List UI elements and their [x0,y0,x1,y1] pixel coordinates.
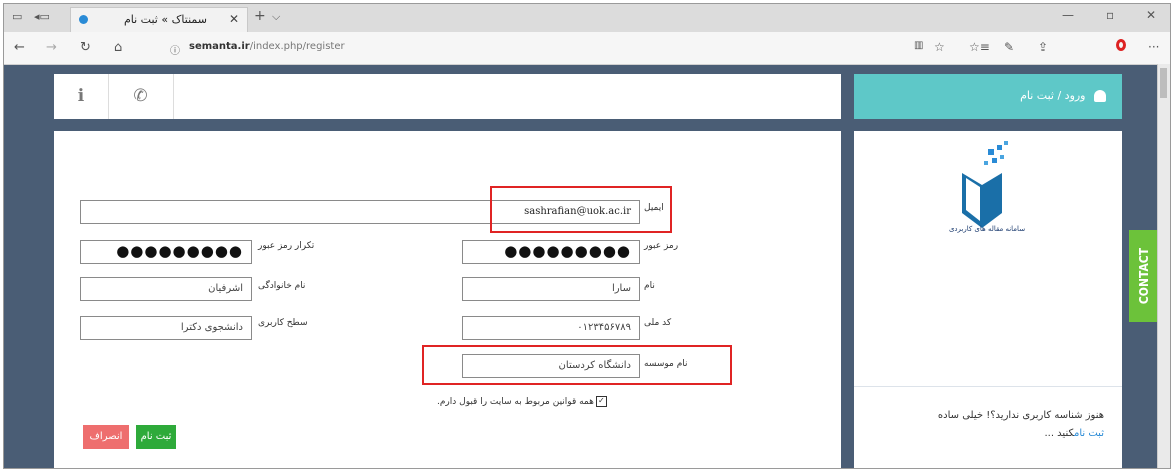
national-id-label: کد ملی [644,318,672,328]
tab-list-chevron-icon[interactable]: ⌵ [272,10,280,24]
last-name-label: نام خانوادگی [258,281,306,291]
user-level-field[interactable]: دانشجوی دکترا [80,316,252,340]
signup-prompt-text: هنوز شناسه کاربری ندارید؟! خیلی ساده [937,410,1104,421]
back-arrow-icon[interactable]: ← [14,40,25,55]
new-tab-icon[interactable]: + [254,8,266,24]
refresh-icon[interactable]: ↻ [80,40,91,55]
submit-button[interactable]: ثبت نام [136,425,176,449]
tab-active[interactable]: سمنتاک » ثبت نام ✕ [70,7,248,32]
side-divider [854,386,1122,387]
cancel-button[interactable]: انصراف [83,425,129,449]
side-divider-bottom [854,468,1122,469]
contact-label: CONTACT [1137,247,1151,305]
info-icon[interactable]: ℹ [54,74,109,119]
address-bar: ← → ↻ ⌂ ⓘ semanta.ir/index.php/register … [4,32,1170,65]
login-bar: ورود / ثبت نام [854,74,1122,119]
signup-link[interactable]: ثبت نام [1074,428,1104,439]
back-tabs-icon[interactable]: ◂▭ [34,10,50,23]
first-name-label: نام [644,281,655,291]
password-field[interactable]: ●●●●●●●●● [462,240,640,264]
user-level-label: سطح کاربری [258,318,308,328]
top-info-bar: ℹ ✆ [54,74,841,119]
favorite-star-icon[interactable]: ☆ [934,40,945,54]
home-icon[interactable]: ⌂ [114,40,122,55]
share-icon[interactable]: ⇪ [1038,40,1048,54]
close-tab-icon[interactable]: ✕ [229,12,239,26]
first-name-field[interactable]: سارا [462,277,640,301]
maximize-icon[interactable]: ▫ [1106,8,1114,22]
site-favicon-icon [79,15,88,24]
favorites-hub-icon[interactable]: ☆≡ [969,40,990,54]
forward-arrow-icon[interactable]: → [46,40,57,55]
password-confirm-label: تکرار رمز عبور [258,241,315,251]
registration-form: sashrafian@uok.ac.ir ایمیل ●●●●●●●●● رمز… [54,131,841,468]
window-close-icon[interactable]: ✕ [1146,8,1156,22]
password-label: رمز عبور [644,241,679,251]
institution-highlight-box [422,345,732,385]
email-highlight-box [490,186,672,233]
tab-title: سمنتاک » ثبت نام [123,13,207,26]
pen-notes-icon[interactable]: ✎ [1004,40,1014,54]
minimize-icon[interactable]: — [1062,8,1074,22]
terms-checkbox-row[interactable]: ✓همه قوانین مربوط به سایت را قبول دارم. [437,396,607,407]
side-panel: سامانه مقاله های کاربردی هنوز شناسه کارب… [854,131,1122,469]
url-field[interactable]: semanta.ir/index.php/register [189,41,345,52]
user-icon [1094,90,1106,102]
url-domain: semanta.ir [189,41,250,52]
page-scrollbar[interactable] [1157,64,1170,468]
phone-icon[interactable]: ✆ [108,74,174,119]
signup-suffix: کنید ... [1044,428,1074,439]
reading-view-icon[interactable]: ▥ [914,40,923,51]
more-options-icon[interactable]: ··· [1148,40,1159,54]
tab-actions-icon[interactable]: ▭ [12,10,22,23]
url-path: /index.php/register [249,41,345,52]
info-circle-icon[interactable]: ⓘ [170,42,180,57]
terms-label: همه قوانین مربوط به سایت را قبول دارم. [437,397,594,407]
contact-tab[interactable]: CONTACT [1129,230,1159,322]
password-confirm-field[interactable]: ●●●●●●●●● [80,240,252,264]
logo-text: سامانه مقاله های کاربردی [949,225,1025,233]
terms-checkbox[interactable]: ✓ [595,396,607,407]
signup-prompt: هنوز شناسه کاربری ندارید؟! خیلی ساده ثبت… [874,407,1104,443]
national-id-field[interactable]: ۰۱۲۳۴۵۶۷۸۹ [462,316,640,340]
last-name-field[interactable]: اشرفیان [80,277,252,301]
login-register-link[interactable]: ورود / ثبت نام [1020,89,1106,102]
login-register-label: ورود / ثبت نام [1020,89,1086,102]
opera-extension-icon[interactable] [1116,39,1126,51]
tab-bar: ▭ ◂▭ سمنتاک » ثبت نام ✕ + ⌵ — ▫ ✕ [4,4,1170,32]
site-logo: سامانه مقاله های کاربردی [949,141,1025,233]
browser-window: ▭ ◂▭ سمنتاک » ثبت نام ✕ + ⌵ — ▫ ✕ ← → ↻ … [3,3,1171,469]
scrollbar-thumb[interactable] [1160,68,1167,98]
